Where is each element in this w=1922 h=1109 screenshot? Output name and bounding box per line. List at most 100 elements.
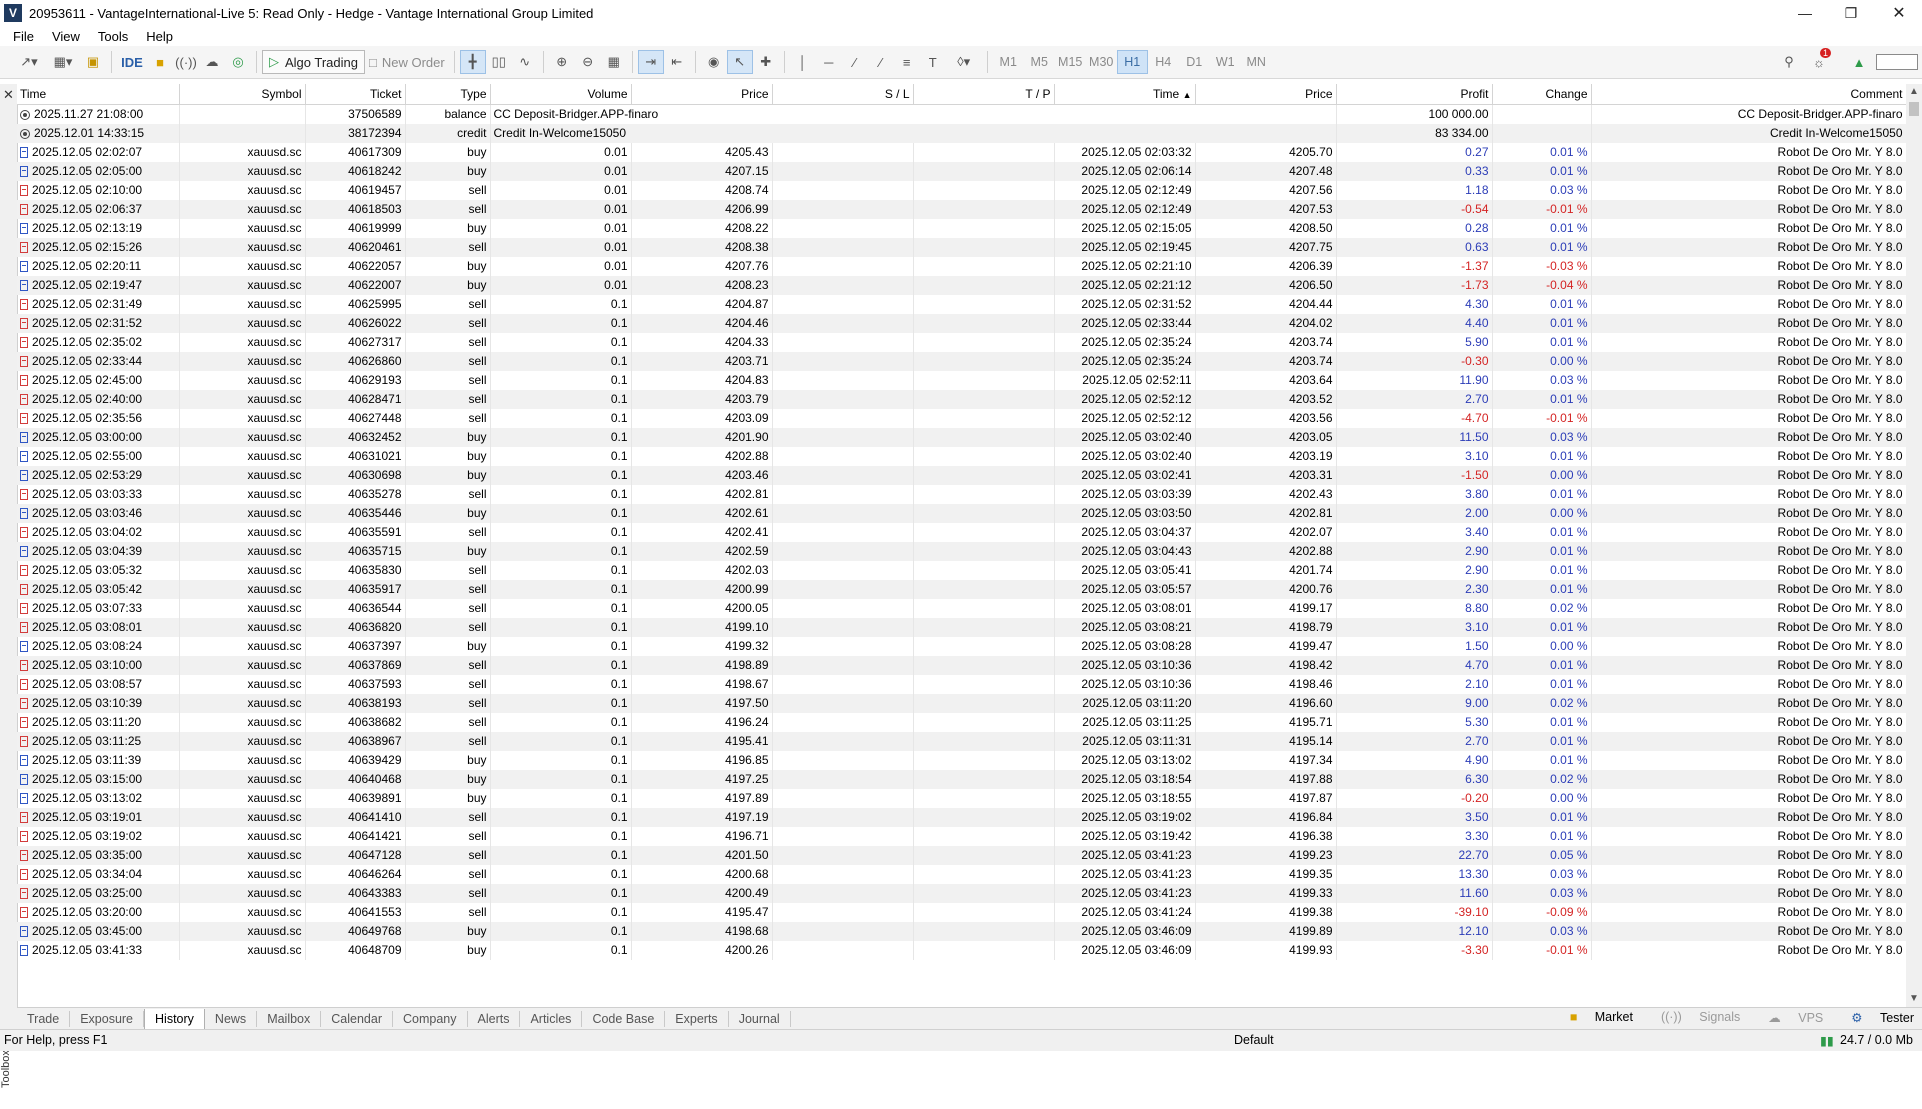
vps-button[interactable]: ☁ VPS xyxy=(1754,1010,1823,1025)
timeframe-w1[interactable]: W1 xyxy=(1210,50,1241,74)
table-row[interactable]: 2025.12.05 02:19:47 xauusd.sc 40622007 buy 0… xyxy=(17,276,1906,295)
signals-button[interactable]: ((·)) Signals xyxy=(1647,1010,1740,1025)
scroll-thumb[interactable] xyxy=(1909,102,1919,116)
tab-experts[interactable]: Experts xyxy=(665,1011,729,1027)
table-row[interactable]: 2025.12.05 03:08:24 xauusd.sc 40637397 buy 0… xyxy=(17,637,1906,656)
channel-icon[interactable]: ⁄ xyxy=(868,50,894,74)
text-icon[interactable]: T xyxy=(920,50,946,74)
timeframe-h4[interactable]: H4 xyxy=(1148,50,1179,74)
chart-shift-icon[interactable]: ⇤ xyxy=(664,50,690,74)
tab-exposure[interactable]: Exposure xyxy=(70,1011,145,1027)
table-row[interactable]: 2025.12.05 03:15:00 xauusd.sc 40640468 buy 0… xyxy=(17,770,1906,789)
new-order-button[interactable]: □ New Order xyxy=(365,50,449,74)
search-icon[interactable]: ⚲ xyxy=(1776,50,1802,74)
table-row[interactable]: 2025.12.05 02:31:52 xauusd.sc 40626022 sell… xyxy=(17,314,1906,333)
tab-code-base[interactable]: Code Base xyxy=(582,1011,666,1027)
table-row[interactable]: 2025.12.05 03:34:04 xauusd.sc 40646264 sell… xyxy=(17,865,1906,884)
table-row[interactable]: 2025.12.05 02:10:00 xauusd.sc 40619457 sell… xyxy=(17,181,1906,200)
table-row[interactable]: 2025.12.05 03:11:39 xauusd.sc 40639429 buy 0… xyxy=(17,751,1906,770)
col-profit[interactable]: Profit xyxy=(1336,84,1493,105)
notifications-icon[interactable]: ☼ 1 xyxy=(1806,48,1832,74)
trendline-icon[interactable]: ∕ xyxy=(842,50,868,74)
zoom-out-icon[interactable]: ⊖ xyxy=(575,50,601,74)
timeframe-m15[interactable]: M15 xyxy=(1055,50,1086,74)
tab-company[interactable]: Company xyxy=(393,1011,468,1027)
tester-button[interactable]: ⚙ Tester xyxy=(1837,1010,1914,1025)
dollar-icon[interactable]: ▣ xyxy=(80,50,106,74)
screenshot-icon[interactable]: ◉ xyxy=(701,50,727,74)
minimize-button[interactable]: — xyxy=(1782,0,1828,26)
timeframe-h1[interactable]: H1 xyxy=(1116,50,1148,74)
balance-row[interactable]: 2025.11.27 21:08:00 37506589 balance CC … xyxy=(17,104,1906,124)
tab-news[interactable]: News xyxy=(205,1011,258,1027)
menu-view[interactable]: View xyxy=(43,29,89,44)
close-window-button[interactable]: ✕ xyxy=(1876,0,1922,26)
col-close-time[interactable]: Time ▲ xyxy=(1054,84,1196,105)
lock-icon[interactable]: ■ xyxy=(147,50,173,74)
table-row[interactable]: 2025.12.05 03:08:57 xauusd.sc 40637593 sell… xyxy=(17,675,1906,694)
tab-mailbox[interactable]: Mailbox xyxy=(257,1011,322,1027)
table-row[interactable]: 2025.12.05 03:07:33 xauusd.sc 40636544 sell… xyxy=(17,599,1906,618)
menu-tools[interactable]: Tools xyxy=(89,29,137,44)
col-comment[interactable]: Comment xyxy=(1591,84,1906,105)
table-row[interactable]: 2025.12.05 02:15:26 xauusd.sc 40620461 sell… xyxy=(17,238,1906,257)
timeframe-mn[interactable]: MN xyxy=(1241,50,1272,74)
vertical-line-icon[interactable]: │ xyxy=(790,50,816,74)
tab-trade[interactable]: Trade xyxy=(17,1011,71,1027)
table-row[interactable]: 2025.12.05 03:13:02 xauusd.sc 40639891 buy 0… xyxy=(17,789,1906,808)
table-row[interactable]: 2025.12.05 02:02:07 xauusd.sc 40617309 buy 0… xyxy=(17,143,1906,162)
algo-trading-button[interactable]: ▷ Algo Trading xyxy=(262,50,365,74)
table-row[interactable]: 2025.12.05 02:05:00 xauusd.sc 40618242 buy 0… xyxy=(17,162,1906,181)
vertical-scrollbar[interactable]: ▲ ▼ xyxy=(1906,84,1922,1007)
table-row[interactable]: 2025.12.05 03:45:00 xauusd.sc 40649768 buy 0… xyxy=(17,922,1906,941)
col-ticket[interactable]: Ticket xyxy=(305,84,406,105)
table-row[interactable]: 2025.12.05 02:20:11 xauusd.sc 40622057 buy 0… xyxy=(17,257,1906,276)
ide-button[interactable]: IDE xyxy=(117,50,147,74)
table-row[interactable]: 2025.12.05 02:55:00 xauusd.sc 40631021 buy 0… xyxy=(17,447,1906,466)
table-row[interactable]: 2025.12.05 03:35:00 xauusd.sc 40647128 sell… xyxy=(17,846,1906,865)
table-row[interactable]: 2025.12.05 03:03:33 xauusd.sc 40635278 sell… xyxy=(17,485,1906,504)
timeframe-m30[interactable]: M30 xyxy=(1086,50,1117,74)
shapes-icon[interactable]: ◊▾ xyxy=(946,50,982,74)
bar-chart-icon[interactable]: ╋ xyxy=(459,50,486,74)
table-row[interactable]: 2025.12.05 03:04:39 xauusd.sc 40635715 buy 0… xyxy=(17,542,1906,561)
col-tp[interactable]: T / P xyxy=(913,84,1055,105)
new-chart-icon[interactable]: ↗▾ xyxy=(12,50,46,74)
tile-windows-icon[interactable]: ▦ xyxy=(601,50,627,74)
table-row[interactable]: 2025.12.05 03:03:46 xauusd.sc 40635446 buy 0… xyxy=(17,504,1906,523)
table-row[interactable]: 2025.12.05 03:05:42 xauusd.sc 40635917 sell… xyxy=(17,580,1906,599)
col-open-time[interactable]: Time xyxy=(17,84,180,105)
table-row[interactable]: 2025.12.05 03:19:01 xauusd.sc 40641410 sell… xyxy=(17,808,1906,827)
table-row[interactable]: 2025.12.05 03:04:02 xauusd.sc 40635591 sell… xyxy=(17,523,1906,542)
col-type[interactable]: Type xyxy=(405,84,491,105)
signal-icon[interactable]: ((·)) xyxy=(173,50,199,74)
zoom-in-icon[interactable]: ⊕ xyxy=(549,50,575,74)
col-open-price[interactable]: Price xyxy=(631,84,773,105)
table-row[interactable]: 2025.12.05 03:08:01 xauusd.sc 40636820 sell… xyxy=(17,618,1906,637)
table-row[interactable]: 2025.12.05 03:25:00 xauusd.sc 40643383 sell… xyxy=(17,884,1906,903)
horizontal-line-icon[interactable]: ─ xyxy=(816,50,842,74)
tab-journal[interactable]: Journal xyxy=(729,1011,791,1027)
timeframe-m5[interactable]: M5 xyxy=(1024,50,1055,74)
scroll-up-icon[interactable]: ▲ xyxy=(1906,84,1922,100)
profiles-icon[interactable]: ▦▾ xyxy=(46,50,80,74)
tab-alerts[interactable]: Alerts xyxy=(468,1011,521,1027)
table-row[interactable]: 2025.12.05 03:00:00 xauusd.sc 40632452 buy 0… xyxy=(17,428,1906,447)
table-row[interactable]: 2025.12.05 02:40:00 xauusd.sc 40628471 sell… xyxy=(17,390,1906,409)
account-icon[interactable]: ▲ xyxy=(1846,50,1872,74)
scroll-down-icon[interactable]: ▼ xyxy=(1906,991,1922,1007)
credit-row[interactable]: 2025.12.01 14:33:15 38172394 credit Cred… xyxy=(17,124,1906,143)
cursor-icon[interactable]: ↖ xyxy=(726,50,753,74)
restore-button[interactable]: ❐ xyxy=(1828,0,1874,26)
cloud-icon[interactable]: ☁ xyxy=(199,50,225,74)
table-row[interactable]: 2025.12.05 02:13:19 xauusd.sc 40619999 buy 0… xyxy=(17,219,1906,238)
table-row[interactable]: 2025.12.05 02:53:29 xauusd.sc 40630698 buy 0… xyxy=(17,466,1906,485)
col-change[interactable]: Change xyxy=(1492,84,1592,105)
table-row[interactable]: 2025.12.05 03:11:20 xauusd.sc 40638682 sell… xyxy=(17,713,1906,732)
globe-icon[interactable]: ◎ xyxy=(225,50,251,74)
col-close-price[interactable]: Price xyxy=(1195,84,1337,105)
table-row[interactable]: 2025.12.05 03:10:00 xauusd.sc 40637869 sell… xyxy=(17,656,1906,675)
crosshair-icon[interactable]: ✚ xyxy=(753,50,779,74)
col-sl[interactable]: S / L xyxy=(772,84,914,105)
table-row[interactable]: 2025.12.05 02:35:56 xauusd.sc 40627448 sell… xyxy=(17,409,1906,428)
